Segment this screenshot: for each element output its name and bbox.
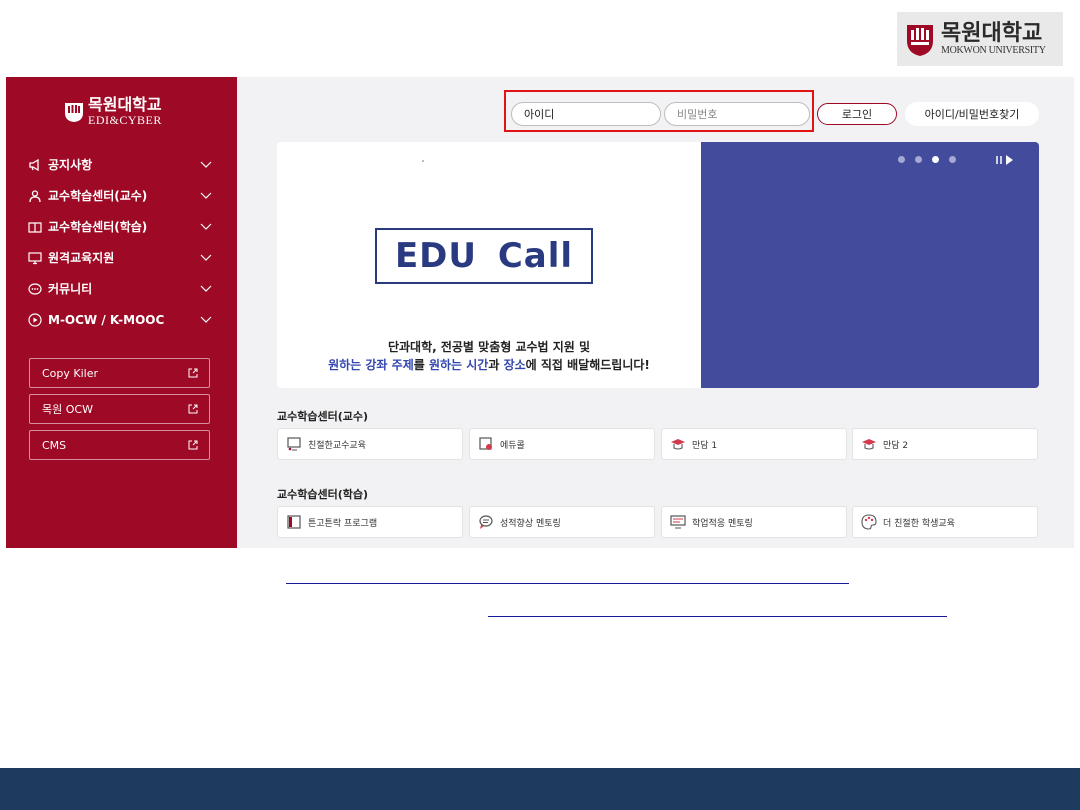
monitor-icon (28, 251, 42, 264)
banner-image-panel (701, 142, 1039, 388)
card-label: 성적향상 멘토링 (500, 518, 561, 529)
card-label: 튼고튼락 프로그램 (308, 518, 378, 529)
external-link-icon (188, 404, 198, 414)
board-icon (670, 515, 686, 529)
chat-icon (28, 282, 42, 295)
sidebar-item-label: M-OCW / K-MOOC (48, 312, 165, 327)
card-grade-mentoring[interactable]: 성적향상 멘토링 (469, 506, 655, 538)
presentation-icon (287, 437, 301, 451)
sidebar-item-label: 교수학습센터(학습) (48, 220, 148, 234)
card-adaptation-mentoring[interactable]: 학업적응 멘토링 (661, 506, 847, 538)
card-mandam-1[interactable]: 만담 1 (661, 428, 847, 460)
card-label: 더 친절한 학생교육 (883, 518, 955, 529)
play-circle-icon (28, 312, 42, 327)
speech-bubble-icon (479, 515, 493, 529)
logo-korean-text: 목원대학교 (941, 20, 1043, 46)
card-kind-professor-edu[interactable]: 친절한교수교육 (277, 428, 463, 460)
card-label: 만담 2 (883, 440, 909, 451)
cms-link[interactable]: CMS (29, 430, 210, 460)
caption-text: 를 (413, 358, 429, 372)
card-label: 학업적응 멘토링 (692, 518, 753, 529)
caption-text: 과 (488, 358, 504, 372)
login-button[interactable]: 로그인 (817, 103, 897, 125)
card-label: 친절한교수교육 (308, 440, 366, 451)
logo-english-text: MOKWON UNIVERSITY (941, 45, 1046, 56)
pause-play-icon[interactable] (995, 154, 1017, 166)
chevron-down-icon (200, 161, 212, 168)
card-program[interactable]: 튼고튼락 프로그램 (277, 506, 463, 538)
slide-dot[interactable] (949, 156, 956, 163)
chevron-down-icon (200, 192, 212, 199)
banner-decoration (422, 160, 424, 162)
caption-highlight: 장소 (503, 358, 526, 372)
card-mandam-2[interactable]: 만담 2 (852, 428, 1038, 460)
portal-screenshot: 목원대학교 EDI&CYBER 공지사항 교수학습센터(교수) 교수학습센터(학… (6, 77, 1074, 548)
sidebar-logo-english: EDI&CYBER (88, 113, 162, 127)
caption-text: 에 직접 배달해드립니다! (525, 358, 650, 372)
sidebar-item-teaching-prof[interactable]: 교수학습센터(교수) (28, 180, 212, 211)
card-educall[interactable]: 에듀콜 (469, 428, 655, 460)
link-label: CMS (42, 438, 67, 452)
graduation-cap-icon (862, 439, 876, 450)
login-highlight-box (504, 90, 814, 132)
mokwon-ocw-link[interactable]: 목원 OCW (29, 394, 210, 424)
sidebar-logo[interactable]: 목원대학교 EDI&CYBER (64, 97, 162, 126)
main-banner[interactable]: EDU Call 단과대학, 전공별 맞춤형 교수법 지원 및 원하는 강좌 주… (277, 142, 1039, 388)
sidebar-item-label: 공지사항 (48, 158, 93, 172)
sidebar-logo-korean: 목원대학교 (88, 95, 162, 114)
hyperlink-underline[interactable] (488, 616, 947, 617)
sidebar-menu: 공지사항 교수학습센터(교수) 교수학습센터(학습) 원격교육지원 커뮤니티 M… (28, 149, 212, 335)
chevron-down-icon (200, 285, 212, 292)
find-id-password-button[interactable]: 아이디/비밀번호찾기 (905, 102, 1039, 126)
link-label: Copy Kiler (42, 366, 99, 380)
sidebar-item-label: 커뮤니티 (48, 282, 93, 296)
banner-caption-line1: 단과대학, 전공별 맞춤형 교수법 지원 및 (387, 340, 591, 354)
sidebar-item-label: 교수학습센터(교수) (48, 189, 148, 203)
copykiler-link[interactable]: Copy Kiler (29, 358, 210, 388)
external-link-icon (188, 440, 198, 450)
slide-dot[interactable] (915, 156, 922, 163)
hyperlink-underline[interactable] (286, 583, 849, 584)
card-label: 에듀콜 (500, 440, 525, 451)
sidebar-item-label: 원격교육지원 (48, 251, 115, 265)
link-label: 목원 OCW (42, 403, 93, 416)
card-label: 만담 1 (692, 440, 718, 451)
slide-dot-active[interactable] (932, 156, 939, 163)
sidebar-item-community[interactable]: 커뮤니티 (28, 273, 212, 304)
chevron-down-icon (200, 254, 212, 261)
sidebar-item-mocw[interactable]: M-OCW / K-MOOC (28, 304, 212, 335)
sidebar: 목원대학교 EDI&CYBER 공지사항 교수학습센터(교수) 교수학습센터(학… (6, 77, 237, 548)
footer-bar (0, 768, 1080, 810)
caption-highlight: 원하는 시간 (428, 358, 489, 372)
section-title-professor: 교수학습센터(교수) (277, 410, 369, 423)
chevron-down-icon (200, 223, 212, 230)
graduation-cap-icon (671, 439, 685, 450)
university-logo: 목원대학교 MOKWON UNIVERSITY (897, 12, 1063, 66)
certificate-icon (479, 437, 492, 450)
sidebar-item-notice[interactable]: 공지사항 (28, 149, 212, 180)
section-title-learning: 교수학습센터(학습) (277, 488, 369, 501)
caption-highlight: 원하는 강좌 주제 (328, 358, 414, 372)
slide-dot[interactable] (898, 156, 905, 163)
banner-caption-line2: 원하는 강좌 주제를 원하는 시간과 장소에 직접 배달해드립니다! (277, 356, 701, 373)
sidebar-item-remote-edu[interactable]: 원격교육지원 (28, 242, 212, 273)
crest-icon (907, 25, 933, 56)
external-link-icon (188, 368, 198, 378)
book-icon (287, 515, 301, 529)
card-kind-student-edu[interactable]: 더 친절한 학생교육 (852, 506, 1038, 538)
book-icon (28, 221, 42, 233)
banner-headline: EDU Call (375, 228, 593, 284)
sidebar-item-teaching-learn[interactable]: 교수학습센터(학습) (28, 211, 212, 242)
slide-indicator (898, 156, 956, 163)
chevron-down-icon (200, 316, 212, 323)
crest-icon (65, 102, 83, 122)
palette-icon (861, 514, 877, 530)
megaphone-icon (29, 158, 39, 171)
person-icon (29, 189, 41, 202)
